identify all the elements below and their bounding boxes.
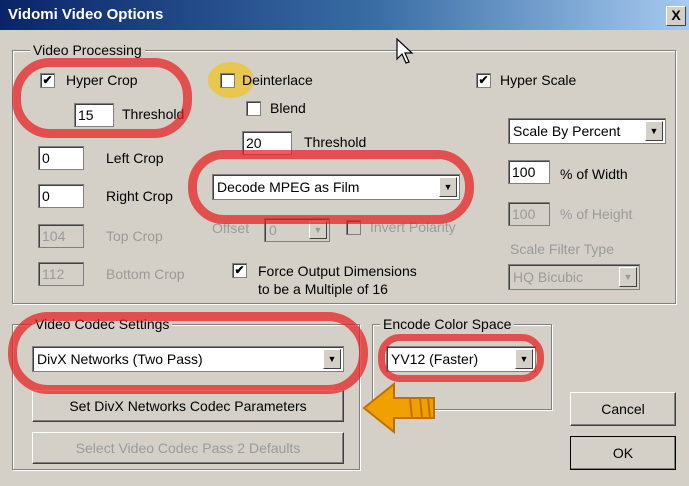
deinterlace-threshold-input[interactable]: 20 (242, 131, 292, 155)
offset-value: 0 (269, 222, 277, 238)
chevron-down-icon[interactable]: ▼ (439, 177, 457, 197)
color-space-value: YV12 (Faster) (391, 351, 479, 367)
ok-button[interactable]: OK (570, 436, 676, 470)
blend-label: Blend (270, 100, 306, 116)
hyper-scale-checkbox[interactable]: ✔ (476, 73, 491, 88)
width-percent-label: % of Width (560, 166, 628, 182)
width-percent-input[interactable]: 100 (508, 160, 550, 184)
chevron-down-icon[interactable]: ▼ (515, 349, 533, 369)
right-crop-input[interactable]: 0 (38, 184, 84, 208)
height-percent-input: 100 (508, 202, 550, 226)
right-crop-label: Right Crop (106, 188, 173, 204)
chevron-down-icon[interactable]: ▼ (645, 121, 663, 141)
scale-mode-dropdown[interactable]: Scale By Percent ▼ (508, 118, 666, 144)
close-button[interactable]: X (666, 6, 686, 26)
color-space-legend: Encode Color Space (380, 316, 515, 332)
set-codec-params-button[interactable]: Set DivX Networks Codec Parameters (32, 390, 344, 422)
hyper-crop-threshold-input[interactable]: 15 (74, 103, 114, 127)
chevron-down-icon[interactable]: ▼ (323, 349, 341, 369)
decode-mode-value: Decode MPEG as Film (217, 179, 360, 195)
chevron-down-icon: ▼ (309, 221, 327, 239)
select-codec-defaults-button: Select Video Codec Pass 2 Defaults (32, 432, 344, 464)
deinterlace-threshold-label: Threshold (304, 134, 367, 150)
orange-arrow-icon (362, 381, 435, 435)
force-output-checkbox[interactable]: ✔ (232, 263, 247, 278)
top-crop-input: 104 (38, 224, 84, 248)
decode-mode-dropdown[interactable]: Decode MPEG as Film ▼ (212, 174, 460, 200)
codec-value: DivX Networks (Two Pass) (37, 351, 203, 367)
invert-polarity-label: Invert Polarity (370, 219, 456, 235)
scale-mode-value: Scale By Percent (513, 123, 621, 139)
mouse-cursor-icon (396, 38, 414, 64)
scale-filter-dropdown: HQ Bicubic ▼ (508, 264, 640, 290)
codec-dropdown[interactable]: DivX Networks (Two Pass) ▼ (32, 346, 344, 372)
deinterlace-label: Deinterlace (242, 72, 313, 88)
invert-polarity-checkbox (346, 220, 361, 235)
left-crop-label: Left Crop (106, 150, 164, 166)
scale-filter-label: Scale Filter Type (510, 241, 615, 257)
color-space-dropdown[interactable]: YV12 (Faster) ▼ (386, 346, 536, 372)
hyper-crop-checkbox[interactable]: ✔ (40, 73, 55, 88)
top-crop-label: Top Crop (106, 228, 163, 244)
deinterlace-checkbox[interactable] (220, 73, 235, 88)
bottom-crop-label: Bottom Crop (106, 266, 185, 282)
offset-label: Offset (212, 220, 250, 236)
window-title: Vidomi Video Options (8, 6, 164, 23)
hyper-crop-label: Hyper Crop (66, 72, 138, 88)
cancel-button[interactable]: Cancel (570, 392, 676, 426)
chevron-down-icon: ▼ (619, 267, 637, 287)
hyper-scale-label: Hyper Scale (500, 72, 577, 88)
force-output-label: Force Output Dimensions to be a Multiple… (258, 262, 417, 298)
bottom-crop-input: 112 (38, 262, 84, 286)
codec-legend: Video Codec Settings (32, 316, 173, 332)
scale-filter-value: HQ Bicubic (513, 269, 584, 285)
blend-checkbox[interactable] (246, 101, 261, 116)
height-percent-label: % of Height (560, 206, 633, 222)
force-output-label-line1: Force Output Dimensions (258, 263, 417, 279)
force-output-label-line2: to be a Multiple of 16 (258, 281, 388, 297)
hyper-crop-threshold-label: Threshold (122, 106, 185, 122)
video-processing-legend: Video Processing (30, 42, 145, 58)
left-crop-input[interactable]: 0 (38, 146, 84, 170)
offset-dropdown: 0 ▼ (264, 218, 330, 242)
